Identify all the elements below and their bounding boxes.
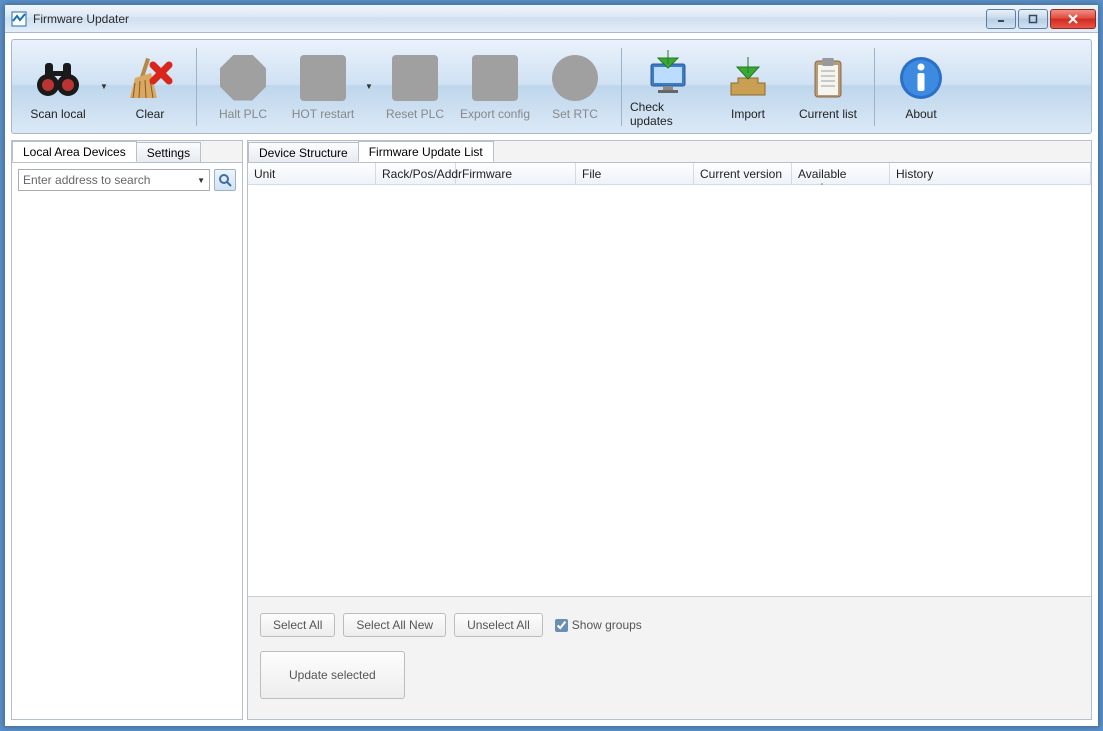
check-updates-button[interactable]: Check updates — [628, 45, 708, 129]
col-file[interactable]: File — [576, 163, 694, 184]
hot-restart-button[interactable]: HOT restart — [283, 45, 363, 129]
left-tabs: Local Area Devices Settings — [12, 141, 242, 163]
broom-x-icon — [125, 53, 175, 103]
export-config-label: Export config — [460, 107, 530, 121]
set-rtc-button[interactable]: Set RTC — [535, 45, 615, 129]
select-all-button[interactable]: Select All — [260, 613, 335, 637]
col-firmware[interactable]: Firmware — [456, 163, 576, 184]
grid-area: Unit Rack/Pos/Addr Firmware File Current… — [248, 163, 1091, 719]
scan-local-label: Scan local — [30, 107, 85, 121]
search-row: Enter address to search ▼ — [18, 169, 236, 191]
hot-restart-dropdown[interactable]: ▼ — [363, 45, 375, 129]
tb-group-plc: Halt PLC HOT restart ▼ Reset PLC Export … — [203, 45, 615, 129]
tab-local-area-devices[interactable]: Local Area Devices — [12, 141, 137, 162]
monitor-download-icon — [643, 46, 693, 96]
show-groups-checkbox[interactable]: Show groups — [555, 618, 642, 632]
clock-icon — [550, 53, 600, 103]
show-groups-input[interactable] — [555, 619, 568, 632]
col-available-version[interactable]: Available version — [792, 163, 890, 184]
magnifier-icon — [218, 173, 232, 187]
import-icon — [723, 53, 773, 103]
current-list-label: Current list — [799, 107, 857, 121]
col-unit[interactable]: Unit — [248, 163, 376, 184]
window-title: Firmware Updater — [33, 12, 986, 26]
left-body: Enter address to search ▼ — [12, 163, 242, 719]
reset-plc-button[interactable]: Reset PLC — [375, 45, 455, 129]
clipboard-icon — [803, 53, 853, 103]
reset-icon — [390, 53, 440, 103]
clear-button[interactable]: Clear — [110, 45, 190, 129]
left-panel: Local Area Devices Settings Enter addres… — [11, 140, 243, 720]
app-window: Firmware Updater — [4, 4, 1099, 727]
close-button[interactable] — [1050, 9, 1096, 29]
binoculars-icon — [33, 53, 83, 103]
app-icon — [11, 11, 27, 27]
grid-body[interactable] — [248, 185, 1091, 596]
toolbar-separator — [874, 48, 875, 126]
maximize-button[interactable] — [1018, 9, 1048, 29]
minimize-icon — [996, 14, 1006, 24]
minimize-button[interactable] — [986, 9, 1016, 29]
address-search-input[interactable]: Enter address to search ▼ — [18, 169, 210, 191]
scan-local-button[interactable]: Scan local — [18, 45, 98, 129]
tb-group-updates: Check updates Import — [628, 45, 868, 129]
col-current-version[interactable]: Current version — [694, 163, 792, 184]
toolbar-separator — [196, 48, 197, 126]
close-icon — [1067, 13, 1079, 25]
tab-label: Settings — [147, 146, 190, 160]
toolbar: Scan local ▼ — [11, 39, 1092, 134]
hot-restart-label: HOT restart — [292, 107, 354, 121]
halt-plc-label: Halt PLC — [219, 107, 267, 121]
reset-plc-label: Reset PLC — [386, 107, 444, 121]
search-placeholder: Enter address to search — [23, 173, 197, 187]
bottom-controls: Select All Select All New Unselect All S… — [248, 596, 1091, 719]
tab-label: Device Structure — [259, 146, 348, 160]
tab-settings[interactable]: Settings — [136, 142, 201, 162]
tb-group-about: About — [881, 45, 961, 129]
export-config-button[interactable]: Export config — [455, 45, 535, 129]
check-updates-label: Check updates — [630, 100, 706, 128]
export-icon — [470, 53, 520, 103]
chevron-down-icon: ▼ — [197, 176, 205, 185]
scan-local-dropdown[interactable]: ▼ — [98, 45, 110, 129]
import-button[interactable]: Import — [708, 45, 788, 129]
window-controls — [986, 9, 1096, 29]
current-list-button[interactable]: Current list — [788, 45, 868, 129]
search-button[interactable] — [214, 169, 236, 191]
grid-header: Unit Rack/Pos/Addr Firmware File Current… — [248, 163, 1091, 185]
set-rtc-label: Set RTC — [552, 107, 598, 121]
about-label: About — [905, 107, 936, 121]
col-rack[interactable]: Rack/Pos/Addr — [376, 163, 456, 184]
about-button[interactable]: About — [881, 45, 961, 129]
show-groups-label: Show groups — [572, 618, 642, 632]
select-all-new-button[interactable]: Select All New — [343, 613, 446, 637]
tab-firmware-update-list[interactable]: Firmware Update List — [358, 141, 494, 162]
maximize-icon — [1028, 14, 1038, 24]
import-label: Import — [731, 107, 765, 121]
main-area: Local Area Devices Settings Enter addres… — [11, 140, 1092, 720]
info-icon — [896, 53, 946, 103]
halt-icon — [218, 53, 268, 103]
tb-group-scan: Scan local ▼ — [18, 45, 190, 129]
tab-label: Local Area Devices — [23, 145, 126, 159]
tab-device-structure[interactable]: Device Structure — [248, 142, 359, 162]
titlebar[interactable]: Firmware Updater — [5, 5, 1098, 33]
hot-restart-icon — [298, 53, 348, 103]
clear-label: Clear — [136, 107, 165, 121]
toolbar-separator — [621, 48, 622, 126]
right-panel: Device Structure Firmware Update List Un… — [247, 140, 1092, 720]
right-tabs: Device Structure Firmware Update List — [248, 141, 1091, 163]
update-selected-button[interactable]: Update selected — [260, 651, 405, 699]
tab-label: Firmware Update List — [369, 145, 483, 159]
unselect-all-button[interactable]: Unselect All — [454, 613, 543, 637]
halt-plc-button[interactable]: Halt PLC — [203, 45, 283, 129]
col-history[interactable]: History — [890, 163, 1091, 184]
